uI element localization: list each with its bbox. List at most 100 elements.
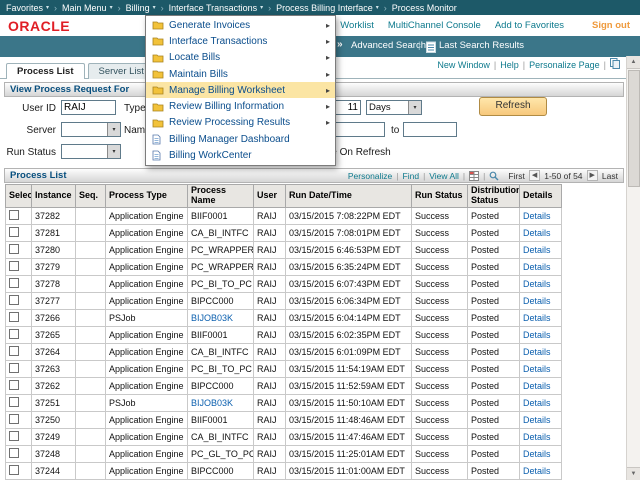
user-cell: RAIJ [254, 394, 286, 411]
search-go-icon[interactable]: » [337, 39, 343, 50]
breadcrumb-item[interactable]: Billing▾ [126, 3, 169, 13]
view-all-link[interactable]: View All [429, 171, 459, 181]
new-window-link[interactable]: New Window [437, 60, 490, 70]
details-link[interactable]: Details [523, 347, 551, 357]
header-link[interactable]: Add to Favorites [495, 20, 578, 31]
process-name: PC_BI_TO_PC [191, 364, 252, 374]
details-link[interactable]: Details [523, 398, 551, 408]
breadcrumb-item[interactable]: Interface Transactions▾ [169, 3, 277, 13]
details-link[interactable]: Details [523, 330, 551, 340]
run-status-select[interactable]: ▾ [61, 144, 121, 159]
seq-cell [76, 292, 106, 309]
run-datetime-cell: 03/15/2015 6:07:43PM EDT [286, 275, 412, 292]
process-name: BIPCC000 [191, 296, 234, 306]
details-link[interactable]: Details [523, 364, 551, 374]
menu-item[interactable]: Billing WorkCenter ▸ [146, 147, 335, 163]
prev-page-icon[interactable]: ◀ [529, 170, 540, 181]
menu-item[interactable]: Interface Transactions ▸ [146, 33, 335, 49]
seq-cell [76, 343, 106, 360]
chevron-down-icon: ▾ [376, 4, 379, 11]
scroll-down-icon[interactable]: ▼ [627, 467, 640, 480]
folder-icon [152, 20, 166, 30]
menu-item[interactable]: Billing Manager Dashboard ▸ [146, 131, 335, 147]
details-link[interactable]: Details [523, 228, 551, 238]
details-link[interactable]: Details [523, 466, 551, 476]
menu-item[interactable]: Maintain Bills ▸ [146, 66, 335, 82]
row-select-checkbox[interactable] [9, 278, 19, 288]
vertical-scrollbar[interactable]: ▲ ▼ [626, 56, 640, 480]
menu-item[interactable]: Review Billing Information ▸ [146, 98, 335, 114]
run-status-cell: Success [412, 377, 468, 394]
details-link[interactable]: Details [523, 381, 551, 391]
details-link[interactable]: Details [523, 296, 551, 306]
header-link[interactable]: MultiChannel Console [388, 20, 495, 31]
details-link[interactable]: Details [523, 313, 551, 323]
breadcrumb-item[interactable]: Process Monitor▾ [392, 3, 457, 13]
next-page-icon[interactable]: ▶ [587, 170, 598, 181]
last-link[interactable]: Last [602, 171, 618, 181]
tab[interactable]: Process List [6, 63, 85, 79]
distribution-status-cell: Posted [468, 275, 520, 292]
personalize-page-link[interactable]: Personalize Page [529, 60, 600, 70]
copy-url-icon[interactable] [610, 58, 620, 71]
server-select[interactable]: ▾ [61, 122, 121, 137]
breadcrumb-item[interactable]: Favorites▾ [6, 3, 62, 13]
row-select-checkbox[interactable] [9, 448, 19, 458]
row-select-checkbox[interactable] [9, 346, 19, 356]
row-select-checkbox[interactable] [9, 312, 19, 322]
col-user: User [254, 185, 286, 208]
table-row: 37280 Application Engine PC_WRAPPERPC_WR… [6, 241, 562, 258]
user-cell: RAIJ [254, 360, 286, 377]
process-name-link[interactable]: BIJOB03K [191, 398, 233, 408]
refresh-button[interactable]: Refresh [479, 97, 547, 116]
breadcrumb-item[interactable]: Main Menu▾ [62, 3, 126, 13]
process-type-cell: Application Engine [106, 428, 188, 445]
row-select-checkbox[interactable] [9, 295, 19, 305]
section-title: View Process Request For [10, 84, 129, 95]
details-link[interactable]: Details [523, 245, 551, 255]
download-icon[interactable] [469, 171, 479, 181]
row-select-checkbox[interactable] [9, 227, 19, 237]
personalize-link[interactable]: Personalize [348, 171, 392, 181]
details-link[interactable]: Details [523, 432, 551, 442]
process-name: BIIF0001 [191, 415, 228, 425]
sign-out-link[interactable]: Sign out [592, 20, 630, 31]
zoom-icon[interactable] [489, 171, 499, 181]
process-name-link[interactable]: BIJOB03K [191, 313, 233, 323]
menu-item[interactable]: Review Processing Results ▸ [146, 115, 335, 131]
advanced-search-link[interactable]: Advanced Search [351, 40, 426, 51]
menu-item[interactable]: Locate Bills ▸ [146, 50, 335, 66]
row-select-checkbox[interactable] [9, 414, 19, 424]
details-link[interactable]: Details [523, 262, 551, 272]
details-link[interactable]: Details [523, 449, 551, 459]
row-select-checkbox[interactable] [9, 397, 19, 407]
details-link[interactable]: Details [523, 415, 551, 425]
last-search-results-link[interactable]: Last Search Results [439, 40, 524, 51]
process-name: PC_WRAPPER [191, 245, 254, 255]
scroll-up-icon[interactable]: ▲ [627, 56, 640, 69]
row-select-checkbox[interactable] [9, 431, 19, 441]
details-link[interactable]: Details [523, 211, 551, 221]
scrollbar-thumb[interactable] [628, 70, 640, 187]
row-select-checkbox[interactable] [9, 363, 19, 373]
find-link[interactable]: Find [403, 171, 420, 181]
help-link[interactable]: Help [500, 60, 519, 70]
details-link[interactable]: Details [523, 279, 551, 289]
menu-item[interactable]: Generate Invoices ▸ [146, 17, 335, 33]
row-select-checkbox[interactable] [9, 465, 19, 475]
instance-to-field[interactable] [403, 122, 457, 137]
first-link[interactable]: First [508, 171, 525, 181]
user-id-field[interactable] [61, 100, 116, 115]
row-select-checkbox[interactable] [9, 380, 19, 390]
row-select-checkbox[interactable] [9, 244, 19, 254]
row-select-checkbox[interactable] [9, 261, 19, 271]
col-instance: Instance [32, 185, 76, 208]
header-link[interactable]: Worklist [340, 20, 388, 31]
breadcrumb-item[interactable]: Process Billing Interface▾ [276, 3, 392, 13]
days-select[interactable]: Days▾ [366, 100, 422, 115]
row-select-checkbox[interactable] [9, 210, 19, 220]
menu-item[interactable]: Manage Billing Worksheet ▸ [146, 82, 335, 98]
row-select-checkbox[interactable] [9, 329, 19, 339]
run-status-cell: Success [412, 292, 468, 309]
distribution-status-cell: Posted [468, 445, 520, 462]
